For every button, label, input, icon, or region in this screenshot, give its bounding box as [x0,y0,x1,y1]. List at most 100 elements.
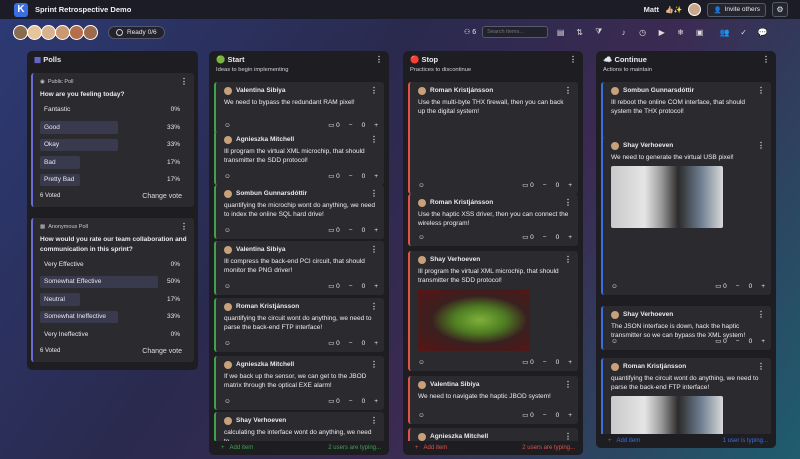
poll-option[interactable]: Very Ineffective 0% [40,327,188,342]
more-icon[interactable]: ⋮ [370,189,378,198]
comment-count[interactable]: ▭ 0 [522,181,534,189]
add-item-button[interactable]: + Add item [415,445,447,451]
more-icon[interactable]: ⋮ [180,222,188,231]
reaction-icon[interactable]: ☺ [224,340,231,347]
upvote-button[interactable]: + [374,283,378,290]
downvote-button[interactable]: − [349,398,353,405]
board-view-icon[interactable]: ▤ [554,28,567,37]
upvote-button[interactable]: + [568,359,572,366]
change-vote-button[interactable]: Change vote [142,348,182,355]
add-item-button[interactable]: + Add item [608,438,640,444]
comment-count[interactable]: ▭ 0 [715,337,727,345]
more-icon[interactable]: ⋮ [757,362,765,371]
reaction-icon[interactable]: ☺ [611,283,618,290]
more-icon[interactable]: ⋮ [180,77,188,86]
poll-option[interactable]: Okay 33% [40,138,188,153]
reaction-icon[interactable]: ☺ [224,173,231,180]
reaction-icon[interactable]: ☺ [418,182,425,189]
upvote-button[interactable]: + [568,182,572,189]
retro-card[interactable]: Roman Kristjánsson ⋮ Use the haptic XSS dr… [408,194,578,246]
poll-option[interactable]: Very Effective 0% [40,257,188,272]
retro-card[interactable]: Valentina Sibiya ⋮ We need to navigate the… [408,376,578,424]
retro-card[interactable]: Roman Kristjánsson ⋮ quantifying the circu… [214,298,384,352]
check-icon[interactable]: ✓ [737,28,750,37]
retro-card[interactable]: Sombun Gunnarsdóttir ⋮ quantifying the mic… [214,185,384,239]
more-icon[interactable]: ⋮ [757,141,765,150]
retro-card[interactable]: Shay Verhoeven ⋮ We need to generate the v… [601,137,771,295]
more-icon[interactable]: ⋮ [370,416,378,425]
reaction-icon[interactable]: ☺ [224,122,231,129]
more-icon[interactable]: ⋮ [370,86,378,95]
downvote-button[interactable]: − [736,283,740,290]
more-icon[interactable]: ⋮ [370,360,378,369]
retro-card[interactable]: Agnieszka Mitchell ⋮ Ill program the virtu… [214,131,384,185]
ready-toggle[interactable]: Ready 0/6 [108,25,165,39]
downvote-button[interactable]: − [349,340,353,347]
downvote-button[interactable]: − [349,227,353,234]
retro-card[interactable]: Roman Kristjánsson ⋮ Use the multi-byte TH… [408,82,578,194]
downvote-button[interactable]: − [736,338,740,345]
comment-count[interactable]: ▭ 0 [328,121,340,129]
participant-avatar[interactable] [41,24,56,40]
app-logo[interactable]: K [14,2,28,17]
upvote-button[interactable]: + [374,227,378,234]
downvote-button[interactable]: − [349,173,353,180]
more-icon[interactable]: ⋮ [370,302,378,311]
retro-card[interactable]: Agnieszka Mitchell ⋮ If we back up the sen… [214,356,384,410]
poll-option[interactable]: Somewhat Ineffective 33% [40,310,188,325]
upvote-button[interactable]: + [568,412,572,419]
downvote-button[interactable]: − [543,234,547,241]
retro-card[interactable]: Shay Verhoeven ⋮ The JSON interface is dow… [601,306,771,350]
downvote-button[interactable]: − [543,359,547,366]
poll-option[interactable]: Somewhat Effective 50% [40,275,188,290]
poll-option[interactable]: Fantastic 0% [40,103,188,118]
invite-button[interactable]: 👤 Invite others [707,2,766,17]
poll-option[interactable]: Bad 17% [40,155,188,170]
more-icon[interactable]: ⋮ [370,245,378,254]
user-avatar[interactable] [688,3,702,16]
upvote-button[interactable]: + [374,340,378,347]
snowflake-icon[interactable]: ❄ [674,28,687,37]
participants-icon[interactable]: ⚇ 6 [464,28,476,36]
more-icon[interactable]: ⋮ [564,380,572,389]
upvote-button[interactable]: + [374,173,378,180]
retro-card[interactable]: Shay Verhoeven ⋮ calculating the interface… [214,412,384,445]
video-icon[interactable]: ▶ [655,28,668,37]
sort-icon[interactable]: ⇅ [573,28,586,37]
comment-count[interactable]: ▭ 0 [522,233,534,241]
add-item-button[interactable]: + Add item [221,445,253,451]
users-icon[interactable]: 👥 [718,28,731,37]
comment-count[interactable]: ▭ 0 [715,282,727,290]
reaction-icon[interactable]: ☺ [224,227,231,234]
poll-option[interactable]: Good 33% [40,120,188,135]
reaction-icon[interactable]: ☺ [611,338,618,345]
reaction-icon[interactable]: ☺ [418,359,425,366]
chat-icon[interactable]: 💬 [756,28,769,37]
comment-count[interactable]: ▭ 0 [328,172,340,180]
comment-count[interactable]: ▭ 0 [522,411,534,419]
timer-icon[interactable]: ◷ [636,28,649,37]
upvote-button[interactable]: + [374,122,378,129]
more-icon[interactable]: ⋮ [569,55,577,64]
participant-avatar[interactable] [69,24,84,40]
reaction-icon[interactable]: ☺ [224,398,231,405]
comment-count[interactable]: ▭ 0 [328,282,340,290]
comment-count[interactable]: ▭ 0 [328,226,340,234]
reaction-icon[interactable]: ☺ [418,412,425,419]
more-icon[interactable]: ⋮ [762,55,770,64]
poll-option[interactable]: Pretty Bad 17% [40,173,188,188]
more-icon[interactable]: ⋮ [757,310,765,319]
more-icon[interactable]: ⋮ [564,198,572,207]
more-icon[interactable]: ⋮ [757,86,765,95]
downvote-button[interactable]: − [349,283,353,290]
comment-count[interactable]: ▭ 0 [328,397,340,405]
comment-count[interactable]: ▭ 0 [328,339,340,347]
poll-option[interactable]: Neutral 17% [40,292,188,307]
downvote-button[interactable]: − [543,182,547,189]
participant-avatar[interactable] [55,24,70,40]
more-icon[interactable]: ⋮ [564,255,572,264]
participant-avatar[interactable] [13,24,28,40]
more-icon[interactable]: ⋮ [370,135,378,144]
change-vote-button[interactable]: Change vote [142,193,182,200]
more-icon[interactable]: ⋮ [375,55,383,64]
